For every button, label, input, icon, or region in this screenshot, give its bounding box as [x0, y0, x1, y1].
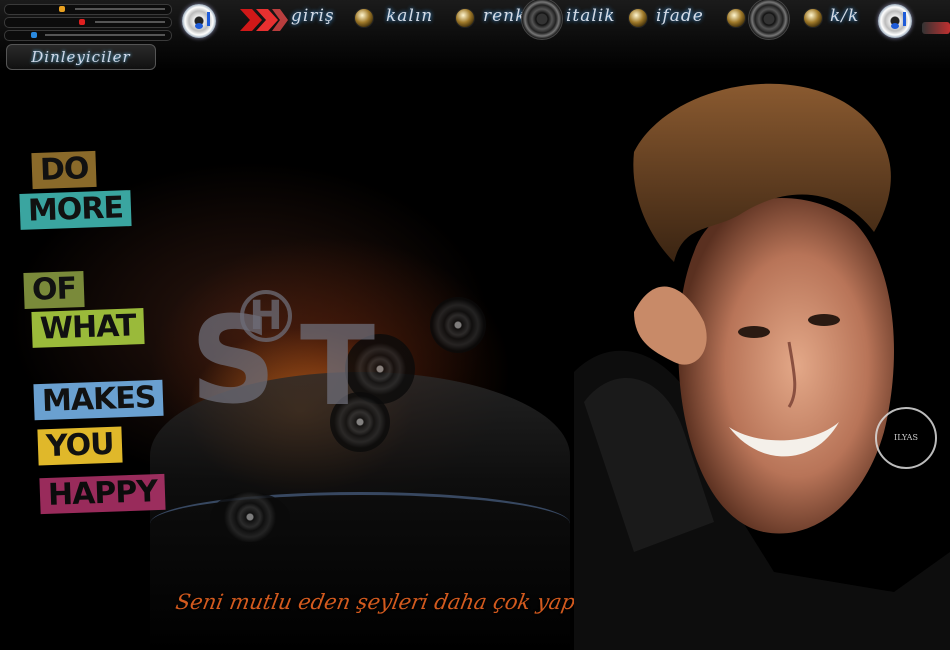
- poster-line: HAPPY: [39, 473, 166, 515]
- progress-track[interactable]: [75, 8, 165, 10]
- music-cd-icon[interactable]: [878, 4, 912, 38]
- poster-line: MAKES: [33, 379, 165, 421]
- menu-item-giris[interactable]: giriş: [291, 6, 335, 26]
- mascot-letter-h: H: [240, 290, 292, 342]
- vinyl-record-icon: [210, 492, 290, 542]
- poster-line: DO: [31, 150, 98, 190]
- status-indicator-icon: [59, 6, 65, 12]
- play-indicator-icon: [31, 32, 37, 38]
- portrait-photo: [574, 72, 950, 650]
- menu-item-renk[interactable]: renk: [483, 6, 526, 26]
- gold-knob-icon[interactable]: [628, 8, 648, 28]
- menu-item-kalin[interactable]: kalın: [386, 6, 433, 26]
- caption-text: Seni mutlu eden şeyleri daha çok yap: [173, 590, 578, 614]
- poster-line: YOU: [37, 426, 123, 466]
- mini-player-bar-1[interactable]: [4, 4, 172, 15]
- menu-item-kk[interactable]: k/k: [830, 6, 859, 26]
- listeners-button[interactable]: Dinleyiciler: [6, 44, 156, 70]
- gold-knob-icon[interactable]: [354, 8, 374, 28]
- poster-line: WHAT: [31, 308, 145, 348]
- chevron-arrow-icon[interactable]: [240, 7, 288, 33]
- menu-item-ifade[interactable]: ifade: [656, 6, 704, 26]
- record-indicator-icon: [79, 19, 85, 25]
- top-toolbar: Dinleyiciler giriş kalın renk italik ifa…: [0, 0, 950, 73]
- chat-background-scene: DO MORE OF WHAT MAKES YOU HAPPY S H T Se…: [0, 72, 950, 650]
- vinyl-record-icon: [430, 297, 486, 353]
- speaker-icon[interactable]: [748, 0, 790, 40]
- mini-player-bar-2[interactable]: [4, 17, 172, 28]
- music-cd-icon[interactable]: [182, 4, 216, 38]
- gold-knob-icon[interactable]: [726, 8, 746, 28]
- poster-line: MORE: [19, 190, 132, 230]
- mascot-letter-t: T: [300, 302, 376, 430]
- speaker-icon[interactable]: [521, 0, 563, 40]
- menu-item-italik[interactable]: italik: [566, 6, 616, 26]
- watermark-seal: ILYAS: [875, 407, 937, 469]
- poster-line: OF: [23, 270, 85, 310]
- scroll-handle[interactable]: [922, 22, 950, 34]
- gold-knob-icon[interactable]: [803, 8, 823, 28]
- seek-track[interactable]: [45, 34, 165, 36]
- volume-track[interactable]: [95, 21, 165, 23]
- motivational-poster: DO MORE OF WHAT MAKES YOU HAPPY: [19, 150, 166, 552]
- gold-knob-icon[interactable]: [455, 8, 475, 28]
- mini-player-bar-3[interactable]: [4, 30, 172, 41]
